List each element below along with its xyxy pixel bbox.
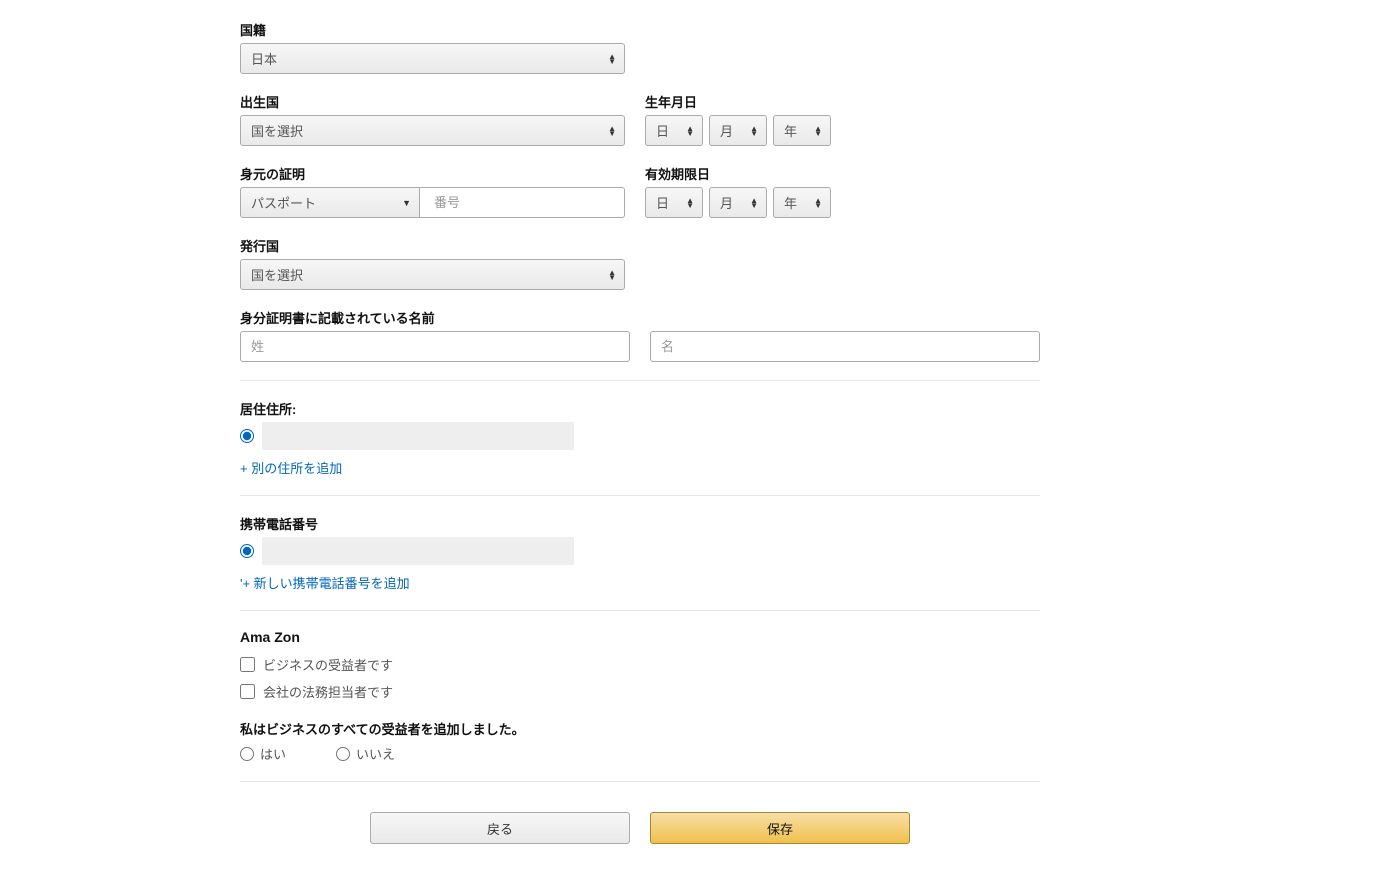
- phone-label: 携帯電話番号: [240, 514, 1040, 533]
- dob-month-value: 月: [720, 121, 733, 140]
- divider: [240, 380, 1040, 381]
- expiry-day-value: 日: [656, 193, 669, 212]
- confirm-no-radio[interactable]: [336, 747, 350, 761]
- divider: [240, 781, 1040, 782]
- divider: [240, 610, 1040, 611]
- address-radio[interactable]: [240, 429, 254, 443]
- identity-label: 身元の証明: [240, 164, 625, 183]
- phone-radio[interactable]: [240, 544, 254, 558]
- updown-icon: ▲▼: [814, 126, 822, 136]
- last-name-input[interactable]: [240, 331, 630, 362]
- expiry-day-select[interactable]: 日 ▲▼: [645, 187, 703, 218]
- identity-type-select[interactable]: パスポート ▼: [240, 187, 420, 218]
- address-display: [262, 422, 574, 450]
- back-button[interactable]: 戻る: [370, 812, 630, 844]
- confirm-label: 私はビジネスのすべての受益者を追加しました。: [240, 719, 1040, 738]
- expiry-month-value: 月: [720, 193, 733, 212]
- expiry-year-select[interactable]: 年 ▲▼: [773, 187, 831, 218]
- birth-country-label: 出生国: [240, 92, 625, 111]
- nationality-select[interactable]: 日本 ▲▼: [240, 43, 625, 74]
- birth-country-select[interactable]: 国を選択 ▲▼: [240, 115, 625, 146]
- save-button[interactable]: 保存: [650, 812, 910, 844]
- updown-icon: ▲▼: [686, 126, 694, 136]
- issuing-country-label: 発行国: [240, 236, 1040, 255]
- dob-day-value: 日: [656, 121, 669, 140]
- nationality-value: 日本: [251, 49, 277, 68]
- updown-icon: ▲▼: [608, 54, 616, 64]
- add-phone-link[interactable]: '+ 新しい携帯電話番号を追加: [240, 573, 410, 592]
- updown-icon: ▲▼: [608, 270, 616, 280]
- expiry-month-select[interactable]: 月 ▲▼: [709, 187, 767, 218]
- dob-year-select[interactable]: 年 ▲▼: [773, 115, 831, 146]
- first-name-input[interactable]: [650, 331, 1040, 362]
- legal-label: 会社の法務担当者です: [263, 682, 393, 701]
- issuing-country-value: 国を選択: [251, 265, 303, 284]
- address-label: 居住住所:: [240, 399, 1040, 418]
- add-address-link[interactable]: + 別の住所を追加: [240, 458, 342, 477]
- amazon-heading: Ama Zon: [240, 629, 1040, 645]
- dob-day-select[interactable]: 日 ▲▼: [645, 115, 703, 146]
- expiry-label: 有効期限日: [645, 164, 1040, 183]
- expiry-year-value: 年: [784, 193, 797, 212]
- beneficiary-checkbox[interactable]: [240, 657, 255, 672]
- phone-display: [262, 537, 574, 565]
- beneficiary-label: ビジネスの受益者です: [263, 655, 393, 674]
- dob-month-select[interactable]: 月 ▲▼: [709, 115, 767, 146]
- updown-icon: ▲▼: [686, 198, 694, 208]
- issuing-country-select[interactable]: 国を選択 ▲▼: [240, 259, 625, 290]
- confirm-no-label: いいえ: [356, 744, 395, 763]
- divider: [240, 495, 1040, 496]
- dropdown-icon: ▼: [402, 198, 411, 208]
- identity-type-value: パスポート: [251, 193, 316, 212]
- updown-icon: ▲▼: [608, 126, 616, 136]
- dob-year-value: 年: [784, 121, 797, 140]
- birth-country-value: 国を選択: [251, 121, 303, 140]
- legal-checkbox[interactable]: [240, 684, 255, 699]
- id-name-label: 身分証明書に記載されている名前: [240, 308, 1040, 327]
- nationality-label: 国籍: [240, 20, 1040, 39]
- dob-label: 生年月日: [645, 92, 1040, 111]
- identity-number-input[interactable]: [420, 187, 625, 218]
- confirm-yes-label: はい: [260, 744, 286, 763]
- updown-icon: ▲▼: [750, 126, 758, 136]
- confirm-yes-radio[interactable]: [240, 747, 254, 761]
- updown-icon: ▲▼: [814, 198, 822, 208]
- updown-icon: ▲▼: [750, 198, 758, 208]
